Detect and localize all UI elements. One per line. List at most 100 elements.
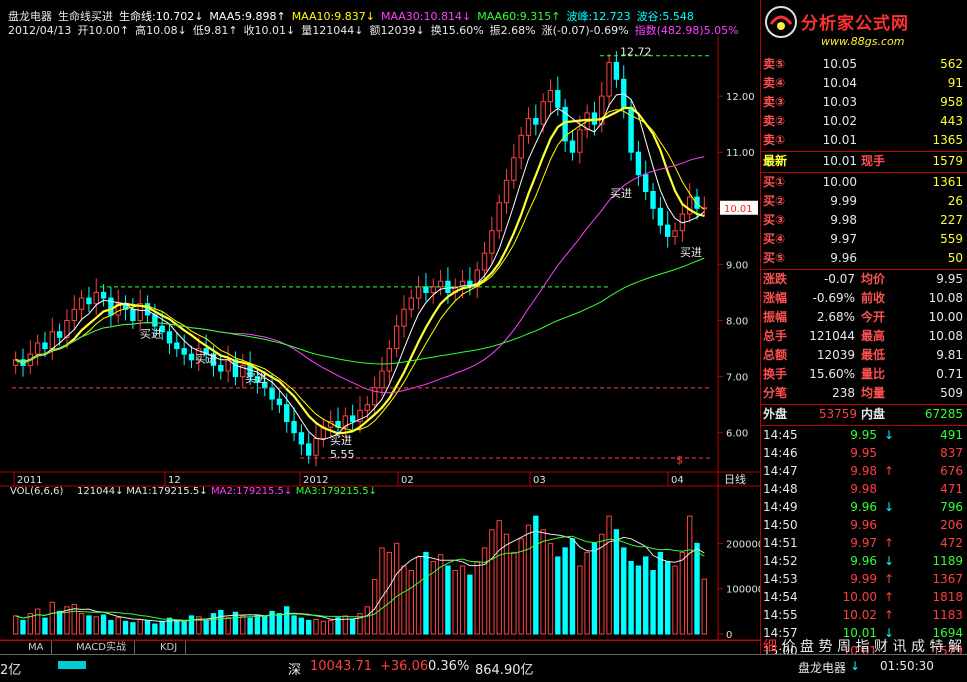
panel-tab[interactable]: 周 [837, 636, 851, 656]
stat-row: 涨跌 -0.07 9.95 均价 [761, 270, 967, 289]
row-price: 10.03 [822, 95, 857, 109]
sell-level: 卖④ 10.04 91 [761, 74, 967, 93]
volume-bar [635, 565, 642, 635]
status-stock[interactable]: 盘龙电器 [798, 659, 846, 676]
candle [401, 308, 407, 327]
latest-row: 最新 10.01 1579 现手 [761, 152, 967, 171]
row-volume: 26 [947, 194, 963, 208]
volume-bar [122, 620, 129, 635]
volume-bar [225, 617, 231, 635]
volume-legend-item: MA2:179215.5↓ [211, 486, 292, 497]
row-volume: 958 [940, 95, 963, 109]
panel-tab[interactable]: 指 [856, 636, 870, 656]
indicator-tab[interactable]: MACD实战 [68, 641, 135, 655]
panel-tab[interactable]: 盘 [800, 636, 814, 656]
sell-level: 卖② 10.02 443 [761, 112, 967, 131]
volume-bar [276, 613, 283, 635]
chart-annotation: 买进 [140, 327, 162, 340]
panel-tab[interactable]: 细 [763, 636, 777, 656]
trade-price: 9.96 [850, 554, 877, 568]
indicator-tab[interactable]: MA [20, 641, 53, 655]
panel-tab[interactable]: 讯 [893, 636, 907, 656]
candle [284, 404, 290, 423]
candle [511, 157, 517, 181]
volume-bar [679, 551, 686, 635]
trade-row: 14:48 9.98 471 [761, 480, 967, 498]
volume-bar [56, 610, 63, 635]
y-tick-label: 9.00 [726, 260, 748, 271]
volume-tick-label: 0 [726, 630, 732, 640]
buy-level: 买② 9.99 26 [761, 192, 967, 211]
volume-bar [518, 538, 524, 635]
trade-row: 14:47 9.98 ↑ 676 [761, 462, 967, 480]
volume-bar [34, 608, 41, 635]
volume-bar [240, 615, 246, 635]
volume-tick-label: 200000 [726, 539, 760, 550]
panel-tab[interactable]: 财 [874, 636, 888, 656]
trade-price: 9.96 [850, 518, 877, 532]
status-bar-indicator [58, 661, 86, 669]
candle [643, 174, 649, 192]
stat-label: 最低 [861, 348, 886, 362]
stat-label: 均价 [861, 272, 886, 286]
row-price: 10.05 [822, 57, 857, 71]
trade-volume: 206 [940, 518, 963, 532]
chart-annotation: 买进 [245, 372, 267, 385]
trade-direction-icon: ↓ [884, 554, 895, 568]
volume-bar [144, 619, 151, 635]
volume-bar [657, 551, 664, 635]
trade-volume: 1818 [932, 590, 963, 604]
panel-tab[interactable]: 特 [930, 636, 944, 656]
row-volume: 227 [940, 213, 963, 227]
row-label: 买⑤ [763, 251, 786, 265]
trade-price: 9.96 [850, 500, 877, 514]
volume-bar [20, 619, 26, 635]
row-label: 涨跌 [763, 272, 788, 286]
row-label: 买② [763, 194, 786, 208]
chart-annotation: 5.55 [330, 448, 355, 461]
trade-time: 14:45 [763, 428, 798, 442]
volume-bar [247, 617, 253, 635]
row-label: 涨幅 [763, 291, 788, 305]
volume-bar [415, 556, 422, 635]
indicator-tab[interactable]: KDJ [152, 641, 187, 655]
outer-inner-row: 外盘 53759 67285 内盘 [761, 405, 967, 424]
candle [218, 364, 224, 372]
panel-tab[interactable]: 成 [911, 636, 925, 656]
inner-label: 内盘 [861, 407, 886, 421]
volume-bar [481, 547, 488, 635]
row-price: 238 [832, 386, 855, 400]
candle [635, 151, 642, 176]
trade-volume: 1183 [932, 608, 963, 622]
volume-bar [577, 565, 583, 635]
volume-bar [174, 619, 180, 635]
volume-legend-item: MA1:179215.5↓ [126, 486, 207, 497]
stat-row: 总额 12039 9.81 最低 [761, 346, 967, 365]
volume-bar [386, 551, 393, 635]
panel-tab[interactable]: 解 [948, 636, 962, 656]
trade-price: 9.98 [850, 464, 877, 478]
row-label: 总额 [763, 348, 788, 362]
row-label: 卖① [763, 133, 786, 147]
panel-tab[interactable]: 价 [782, 636, 796, 656]
volume-bar [401, 565, 407, 635]
candle [174, 342, 180, 350]
trade-time: 14:53 [763, 572, 798, 586]
sell-level: 卖① 10.01 1365 [761, 131, 967, 150]
row-price: 15.60% [809, 367, 855, 381]
volume-bar [525, 524, 532, 635]
volume-bar [364, 606, 371, 635]
volume-bar [393, 542, 400, 635]
trade-row: 14:52 9.96 ↓ 1189 [761, 552, 967, 570]
volume-legend-item: MA3:179215.5↓ [296, 486, 377, 497]
row-price: 12039 [816, 348, 855, 362]
row-price: 2.68% [816, 310, 855, 324]
row-label: 卖② [763, 114, 786, 128]
kline-chart[interactable]: 12.0011.0010.009.008.007.006.0012.725.55… [0, 36, 760, 640]
panel-tab[interactable]: 势 [819, 636, 833, 656]
status-market: 深 [288, 663, 302, 678]
trade-volume: 472 [940, 536, 963, 550]
trade-row: 14:46 9.95 837 [761, 444, 967, 462]
period-label: 日线 [724, 472, 746, 486]
stat-label: 今开 [861, 310, 886, 324]
